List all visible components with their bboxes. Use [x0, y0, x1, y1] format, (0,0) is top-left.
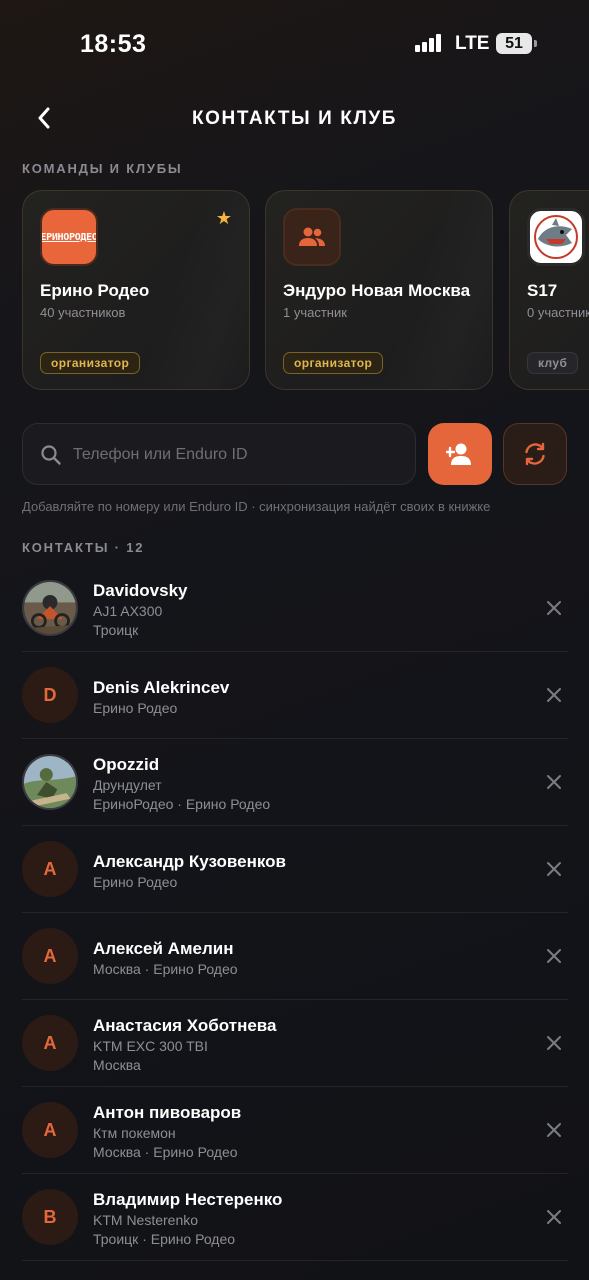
contact-subtitle: Ктм покемон	[93, 1125, 176, 1141]
contact-name: Анастасия Хоботнева	[93, 1016, 277, 1035]
contact-row[interactable]: А Антон пивоваров Ктм покемон Москва · Е…	[22, 1087, 568, 1174]
team-logo	[283, 208, 341, 266]
team-card-enduro-novaya-moskva[interactable]: Эндуро Новая Москва 1 участник организат…	[265, 190, 493, 390]
network-type: LTE	[455, 33, 490, 54]
search-input[interactable]	[71, 424, 405, 486]
contacts-section-label: КОНТАКТЫ · 12	[22, 540, 145, 555]
contact-subtitle: KTM EXC 300 TBI	[93, 1038, 208, 1054]
team-logo-text: ЕРИНОРОДЕО	[40, 231, 98, 243]
avatar: А	[22, 1015, 78, 1071]
team-name: Эндуро Новая Москва	[283, 281, 471, 300]
team-logo	[527, 208, 585, 266]
avatar: А	[22, 1102, 78, 1158]
nav-bar: КОНТАКТЫ И КЛУБ	[0, 90, 589, 146]
contact-subtitle: Ерино Родео	[93, 700, 178, 716]
contact-row[interactable]: Davidovsky AJ1 AX300 Троицк	[22, 565, 568, 652]
remove-contact-icon[interactable]	[544, 598, 564, 618]
search-icon	[41, 445, 61, 465]
contact-location: Троицк	[93, 622, 139, 638]
remove-contact-icon[interactable]	[544, 772, 564, 792]
avatar	[22, 754, 78, 810]
avatar	[22, 580, 78, 636]
signal-icon	[415, 34, 445, 52]
team-members-count: 40 участников	[40, 305, 126, 320]
contact-name: Александр Кузовенков	[93, 852, 286, 871]
contact-row[interactable]: А Алексей Амелин Москва · Ерино Родео	[22, 913, 568, 1000]
team-name: S17	[527, 281, 558, 300]
contact-name: Denis Alekrincev	[93, 678, 230, 697]
role-badge: клуб	[527, 352, 579, 374]
contact-row[interactable]: В Владимир Нестеренко KTM Nesterenko Тро…	[22, 1174, 568, 1261]
contact-name: Opozzid	[93, 755, 160, 774]
teams-carousel[interactable]: ЕРИНОРОДЕО ★ Ерино Родео 40 участников о…	[22, 190, 589, 392]
team-name: Ерино Родео	[40, 281, 150, 300]
remove-contact-icon[interactable]	[544, 859, 564, 879]
avatar: В	[22, 1189, 78, 1245]
avatar: А	[22, 928, 78, 984]
contact-name: Антон пивоваров	[93, 1103, 242, 1122]
search-hint: Добавляйте по номеру или Enduro ID · син…	[22, 499, 491, 514]
battery-tip	[534, 40, 537, 47]
sync-icon	[525, 442, 545, 466]
team-card-s17[interactable]: S17 0 участников клуб	[509, 190, 589, 390]
contact-name: Davidovsky	[93, 581, 188, 600]
search-box[interactable]	[22, 423, 416, 486]
remove-contact-icon[interactable]	[544, 1207, 564, 1227]
remove-contact-icon[interactable]	[544, 1120, 564, 1140]
team-logo: ЕРИНОРОДЕО	[40, 208, 98, 266]
avatar: D	[22, 667, 78, 723]
contact-subtitle: Ерино Родео	[93, 874, 178, 890]
page-title: КОНТАКТЫ И КЛУБ	[191, 108, 398, 129]
remove-contact-icon[interactable]	[544, 685, 564, 705]
contact-name: Алексей Амелин	[93, 939, 234, 958]
contact-subtitle: KTM Nesterenko	[93, 1212, 199, 1228]
remove-contact-icon[interactable]	[544, 1033, 564, 1053]
contact-subtitle: Друндулет	[93, 777, 162, 793]
status-bar: 18:53 LTE 51	[0, 0, 589, 88]
contacts-list: Davidovsky AJ1 AX300 Троицк D Denis Alek…	[22, 565, 568, 1261]
battery-icon: 51	[496, 33, 532, 54]
contact-subtitle: AJ1 AX300	[93, 603, 163, 619]
teams-section-label: КОМАНДЫ И КЛУБЫ	[22, 161, 183, 176]
add-user-icon	[446, 443, 471, 465]
shark-logo-icon	[534, 215, 578, 259]
status-time: 18:53	[80, 30, 147, 58]
contact-location: Москва	[93, 1057, 141, 1073]
role-badge: организатор	[283, 352, 384, 374]
role-badge: организатор	[40, 352, 141, 374]
contact-row[interactable]: Opozzid Друндулет ЕриноРодео · Ерино Род…	[22, 739, 568, 826]
team-card-erino-rodeo[interactable]: ЕРИНОРОДЕО ★ Ерино Родео 40 участников о…	[22, 190, 250, 390]
group-icon	[299, 227, 325, 246]
team-members-count: 0 участников	[527, 305, 589, 320]
remove-contact-icon[interactable]	[544, 946, 564, 966]
avatar-photo	[24, 756, 76, 808]
contact-row[interactable]: D Denis Alekrincev Ерино Родео	[22, 652, 568, 739]
avatar: А	[22, 841, 78, 897]
contact-location: Троицк · Ерино Родео	[93, 1231, 236, 1247]
add-contact-button[interactable]	[428, 423, 492, 485]
contact-location: Москва · Ерино Родео	[93, 1144, 238, 1160]
contact-name: Владимир Нестеренко	[93, 1190, 283, 1209]
star-icon: ★	[215, 208, 232, 228]
contact-row[interactable]: А Анастасия Хоботнева KTM EXC 300 TBI Мо…	[22, 1000, 568, 1087]
contact-location: ЕриноРодео · Ерино Родео	[93, 796, 271, 812]
contact-subtitle: Москва · Ерино Родео	[93, 961, 238, 977]
sync-button[interactable]	[503, 423, 567, 485]
team-members-count: 1 участник	[283, 305, 347, 320]
contact-row[interactable]: А Александр Кузовенков Ерино Родео	[22, 826, 568, 913]
avatar-photo	[24, 582, 76, 634]
